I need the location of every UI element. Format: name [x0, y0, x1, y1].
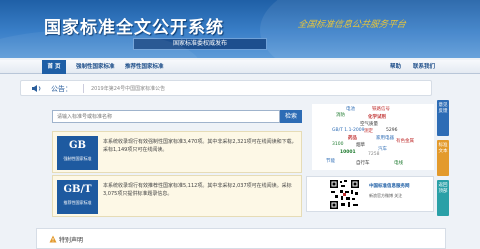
gbt-name: 推荐性国家标准 — [63, 200, 92, 205]
nav-contact[interactable]: 联系我们 — [413, 60, 435, 74]
disclaimer-box: 特别声明 — [36, 228, 446, 249]
qr-subcaption: 新浪官方微博 关注 — [369, 193, 403, 198]
warning-icon — [49, 235, 57, 243]
gb-card[interactable]: GB 强制性国家标准 本系统收录现行有效强制性国家标准3,470项。其中非采标2… — [52, 131, 302, 173]
search-input[interactable] — [52, 110, 280, 123]
header-banner: 国家标准全文公开系统 国家标准委权威发布 全国标准信息公共服务平台 — [0, 0, 480, 58]
qr-panel: 中国标准信息服务网 新浪官方微博 关注 — [306, 176, 434, 212]
announcement-divider — [83, 84, 84, 93]
announcement-link[interactable]: 2019年第24号中国国家标准公告 — [91, 85, 165, 92]
tag-item[interactable]: 电线 — [394, 160, 403, 166]
gbt-card[interactable]: GB/T 推荐性国家标准 本系统收录现行有效推荐性国家标准5,112项。其中非采… — [52, 175, 302, 217]
nav-home[interactable]: 首 页 — [42, 60, 66, 74]
tag-item[interactable]: 测定 — [364, 128, 373, 134]
site-subtitle: 国家标准委权威发布 — [133, 38, 267, 50]
gbt-badge[interactable]: GB/T 推荐性国家标准 — [57, 180, 98, 214]
search-button[interactable]: 检索 — [280, 110, 302, 123]
tag-item[interactable]: 药品 — [348, 135, 357, 141]
tag-item[interactable]: 烟草 — [356, 142, 365, 148]
nav-help[interactable]: 帮助 — [390, 60, 401, 74]
tag-item[interactable]: 10001 — [340, 150, 356, 155]
tag-item[interactable]: 空气质量 — [360, 121, 378, 127]
gb-badge[interactable]: GB 强制性国家标准 — [57, 136, 98, 170]
tag-item[interactable]: 3100 — [332, 142, 343, 147]
search-bar: 检索 — [52, 110, 302, 123]
nav-recommended-standards[interactable]: 推荐性国家标准 — [125, 60, 164, 74]
tag-item[interactable]: 节能 — [326, 158, 335, 164]
tag-item[interactable]: 7258 — [368, 152, 379, 157]
side-tab-standard-text[interactable]: 标准文本 — [437, 140, 449, 176]
qr-caption: 中国标准信息服务网 — [369, 184, 410, 189]
speaker-icon — [32, 85, 41, 92]
qr-code-icon[interactable] — [329, 179, 360, 210]
tag-item[interactable]: 家用电器 — [376, 135, 394, 141]
tag-item[interactable]: 铁路信号 — [372, 106, 390, 112]
tag-cloud: 电池 铁路信号 消防 化学试剂 空气质量 GB/T 1.1-2009 测定 52… — [312, 104, 434, 170]
side-tab-back-to-top[interactable]: 返回顶部 — [437, 180, 449, 216]
tag-item[interactable]: 消防 — [336, 112, 345, 118]
tag-item[interactable]: 5296 — [386, 128, 397, 133]
gb-description: 本系统收录现行有效强制性国家标准3,470项。其中非采标2,321项可在线阅读和… — [103, 139, 297, 153]
tag-item[interactable]: 自行车 — [356, 160, 370, 166]
site-title: 国家标准全文公开系统 — [44, 18, 224, 38]
disclaimer-title: 特别声明 — [59, 237, 84, 244]
tag-item[interactable]: GB/T 1.1-2009 — [332, 128, 365, 133]
tag-item[interactable]: 电池 — [346, 106, 355, 112]
tag-item[interactable]: 化学试剂 — [368, 114, 386, 120]
announcement-bar: 公告： 2019年第24号中国国家标准公告 — [20, 80, 432, 96]
gb-code: GB — [69, 140, 86, 151]
gbt-code: GB/T — [63, 184, 92, 195]
tag-item[interactable]: 有色金属 — [396, 138, 414, 144]
slogan-text: 全国标准信息公共服务平台 — [296, 20, 407, 30]
nav-mandatory-standards[interactable]: 强制性国家标准 — [76, 60, 115, 74]
main-nav: 首 页 强制性国家标准 推荐性国家标准 帮助 联系我们 — [0, 60, 480, 74]
gb-name: 强制性国家标准 — [63, 156, 92, 161]
announcement-label: 公告： — [51, 85, 72, 93]
side-tab-feedback[interactable]: 意见反馈 — [437, 100, 449, 136]
gbt-description: 本系统收录现行有效推荐性国家标准5,112项。其中非采标2,037项可在线阅读。… — [103, 183, 292, 197]
